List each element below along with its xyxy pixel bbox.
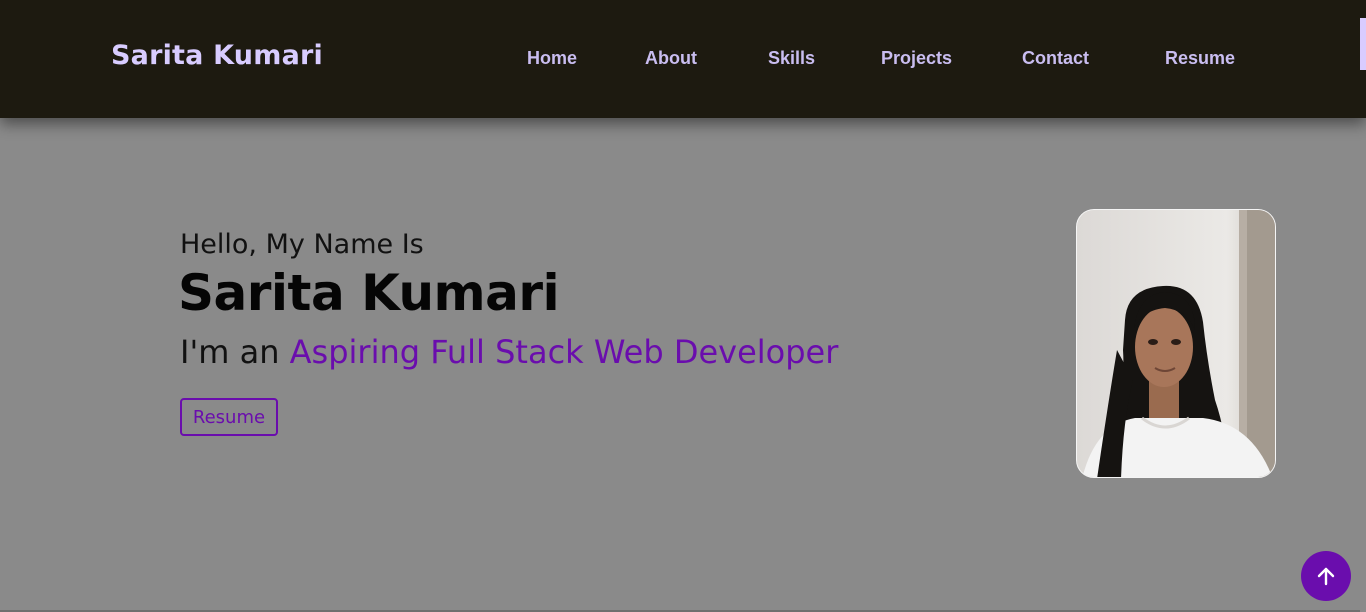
nav-link-about[interactable]: About <box>645 48 697 69</box>
nav-link-contact[interactable]: Contact <box>1022 48 1089 69</box>
brand-logo[interactable]: Sarita Kumari <box>111 40 323 71</box>
hero-name: Sarita Kumari <box>178 264 560 322</box>
hero-role-highlight: Aspiring Full Stack Web Developer <box>289 333 839 371</box>
resume-button[interactable]: Resume <box>180 398 278 436</box>
nav-link-home[interactable]: Home <box>527 48 577 69</box>
scrollbar-thumb[interactable] <box>1360 18 1366 70</box>
profile-photo <box>1076 209 1276 478</box>
arrow-up-icon <box>1317 567 1335 586</box>
nav-link-projects[interactable]: Projects <box>881 48 952 69</box>
scroll-to-top-button[interactable] <box>1301 551 1351 601</box>
profile-photo-image <box>1077 210 1275 477</box>
hero-role: I'm an Aspiring Full Stack Web Developer <box>180 333 838 371</box>
navbar: Sarita Kumari Home About Skills Projects… <box>0 0 1366 118</box>
hero-greeting: Hello, My Name Is <box>180 229 424 260</box>
nav-link-resume[interactable]: Resume <box>1165 48 1235 69</box>
hero-role-prefix: I'm an <box>180 333 290 371</box>
nav-link-skills[interactable]: Skills <box>768 48 815 69</box>
